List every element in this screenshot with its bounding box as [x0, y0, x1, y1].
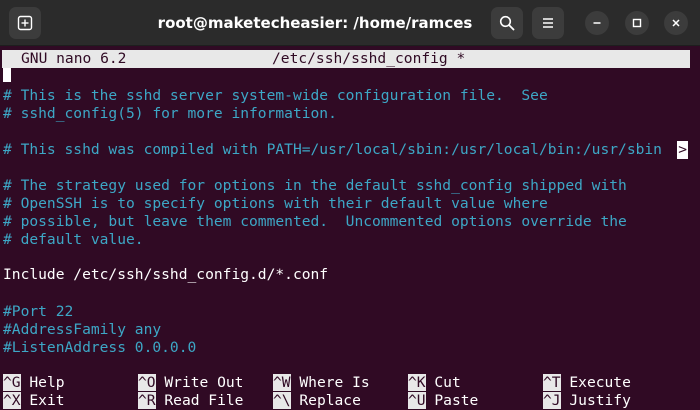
- menu-button[interactable]: [532, 7, 564, 39]
- file-line[interactable]: # possible, but leave them commented. Un…: [3, 213, 627, 231]
- shortcut-label: Where Is: [299, 374, 370, 391]
- file-line[interactable]: #ListenAddress 0.0.0.0: [3, 339, 196, 357]
- file-line[interactable]: # The strategy used for options in the d…: [3, 177, 627, 195]
- file-line[interactable]: Include /etc/ssh/sshd_config.d/*.conf: [3, 266, 328, 284]
- shortcut-label: Cut: [434, 374, 461, 391]
- shortcut-key: ^W: [273, 374, 291, 391]
- shortcut-label: Justify: [569, 392, 631, 409]
- shortcut-key: ^U: [408, 392, 426, 409]
- minimize-button[interactable]: [585, 11, 609, 35]
- text-cursor: [3, 68, 11, 82]
- shortcut-label: Help: [29, 374, 65, 391]
- shortcut-label: Write Out: [164, 374, 244, 391]
- shortcut-exit[interactable]: ^X Exit: [3, 392, 65, 410]
- search-icon: [499, 15, 515, 31]
- shortcut-label: Execute: [569, 374, 631, 391]
- new-tab-icon: [17, 15, 33, 31]
- maximize-icon: [632, 18, 642, 28]
- shortcut-key: ^\: [273, 392, 291, 409]
- file-line[interactable]: # OpenSSH is to specify options with the…: [3, 195, 548, 213]
- shortcut-paste[interactable]: ^U Paste: [408, 392, 478, 410]
- maximize-button[interactable]: [625, 11, 649, 35]
- line-overflow-indicator: >: [677, 141, 688, 159]
- shortcut-replace[interactable]: ^\ Replace: [273, 392, 361, 410]
- shortcut-key: ^R: [138, 392, 156, 409]
- shortcut-key: ^T: [543, 374, 561, 391]
- file-line[interactable]: # This sshd was compiled with PATH=/usr/…: [3, 141, 662, 159]
- window-title: root@maketecheasier: /home/ramces: [157, 14, 473, 32]
- nano-filename: /etc/ssh/sshd_config *: [272, 50, 466, 67]
- shortcut-key: ^O: [138, 374, 156, 391]
- shortcut-label: Read File: [164, 392, 244, 409]
- shortcut-read-file[interactable]: ^R Read File: [138, 392, 243, 410]
- nano-header-bar: GNU nano 6.2 /etc/ssh/sshd_config *: [2, 50, 690, 68]
- shortcut-write-out[interactable]: ^O Write Out: [138, 374, 243, 392]
- file-line[interactable]: # default value.: [3, 231, 144, 249]
- shortcut-label: Replace: [299, 392, 361, 409]
- new-tab-button[interactable]: [9, 7, 41, 39]
- file-line[interactable]: # This is the sshd server system-wide co…: [3, 87, 548, 105]
- shortcut-execute[interactable]: ^T Execute: [543, 374, 631, 392]
- terminal-area[interactable]: GNU nano 6.2 /etc/ssh/sshd_config * # Th…: [0, 46, 700, 410]
- file-line[interactable]: #Port 22: [3, 303, 73, 321]
- nano-version: GNU nano 6.2: [21, 50, 127, 67]
- shortcut-help[interactable]: ^G Help: [3, 374, 65, 392]
- shortcut-label: Exit: [29, 392, 65, 409]
- shortcut-justify[interactable]: ^J Justify: [543, 392, 631, 410]
- shortcut-cut[interactable]: ^K Cut: [408, 374, 461, 392]
- shortcut-key: ^J: [543, 392, 561, 409]
- close-button[interactable]: [664, 11, 688, 35]
- shortcut-key: ^G: [3, 374, 21, 391]
- minimize-icon: [593, 22, 601, 24]
- file-line[interactable]: #AddressFamily any: [3, 321, 161, 339]
- window-titlebar: root@maketecheasier: /home/ramces: [0, 0, 700, 46]
- shortcut-key: ^K: [408, 374, 426, 391]
- hamburger-menu-icon: [543, 18, 553, 28]
- close-icon: [672, 19, 680, 27]
- shortcut-key: ^X: [3, 392, 21, 409]
- shortcut-where-is[interactable]: ^W Where Is: [273, 374, 370, 392]
- search-button[interactable]: [491, 7, 523, 39]
- shortcut-label: Paste: [434, 392, 479, 409]
- file-line[interactable]: # sshd_config(5) for more information.: [3, 105, 337, 123]
